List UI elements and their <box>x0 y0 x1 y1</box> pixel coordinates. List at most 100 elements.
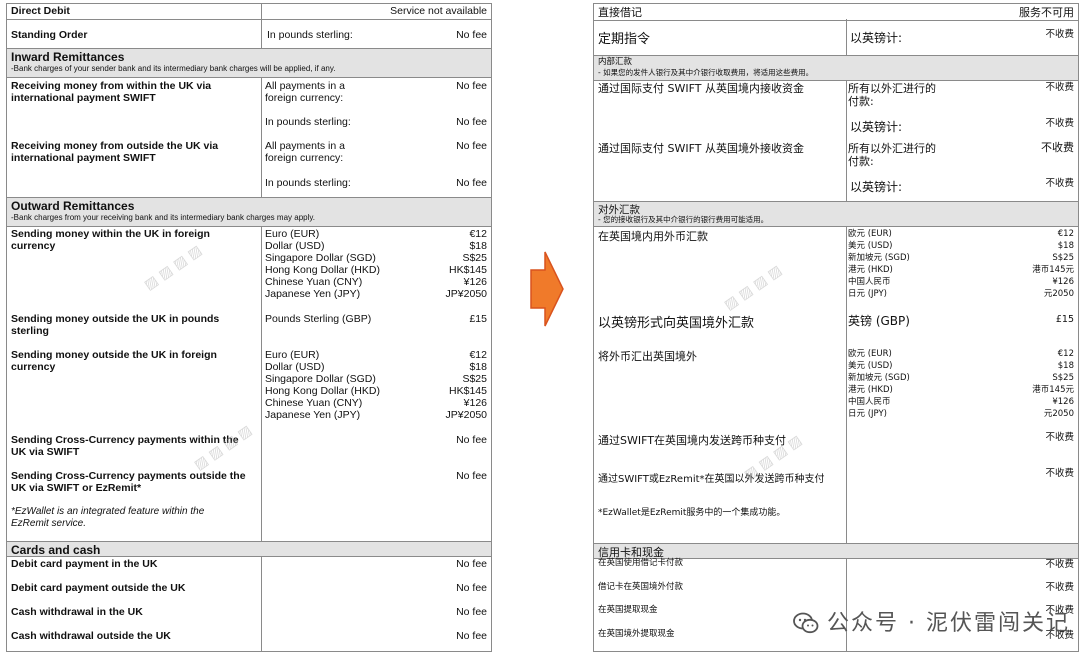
divider <box>594 20 1078 21</box>
section-note: -Bank charges of your sender bank and it… <box>11 64 336 73</box>
fee: No fee <box>456 606 487 618</box>
standing-order-fee: No fee <box>456 29 487 41</box>
receive-outside-gbp: 以英镑计: <box>850 180 903 194</box>
amount: ¥126 <box>463 397 487 409</box>
send-outside-uk-gbp-label: 以英镑形式向英国境外汇款 <box>598 316 755 331</box>
amount: €12 <box>1057 349 1074 359</box>
ezwallet-footnote: *EzWallet is an integrated feature withi… <box>11 506 205 529</box>
column-divider <box>261 226 262 541</box>
divider <box>7 19 491 20</box>
section-note: - 您的接收银行及其中介银行的银行费用可能适用。 <box>598 215 769 224</box>
card-row-label: Debit card payment in the UK <box>11 558 158 570</box>
column-divider <box>846 19 847 55</box>
receive-outside-foreign: All payments in a foreign currency: <box>265 140 345 164</box>
currency: Chinese Yuan (CNY) <box>265 276 363 288</box>
section-title: Inward Remittances <box>11 50 125 64</box>
amount: ¥126 <box>463 276 487 288</box>
send-outside-uk-gbp-label: Sending money outside the UK in pounds s… <box>11 313 220 337</box>
receive-outside-uk-label: 通过国际支付 SWIFT 从英国境外接收资金 <box>598 142 804 155</box>
currency: 美元 (USD) <box>848 241 893 251</box>
receive-within-foreign: All payments in a foreign currency: <box>265 80 345 104</box>
currency: 港元 (HKD) <box>848 265 893 275</box>
account-watermark: 公众号 · 泥伏雷闯关记 <box>793 605 1070 637</box>
receive-within-uk-label: 通过国际支付 SWIFT 从英国境内接收资金 <box>598 82 804 95</box>
direct-debit-label: 直接借记 <box>598 6 642 19</box>
amount: S$25 <box>1052 373 1074 383</box>
send-outside-uk-foreign-label: 将外币汇出英国境外 <box>598 350 697 363</box>
card-row-label: 借记卡在英国境外付款 <box>598 582 684 592</box>
standing-order-sub: 以英镑计: <box>850 31 903 45</box>
currency-list: Euro (EUR) Dollar (USD) Singapore Dollar… <box>265 349 380 421</box>
amount: €12 <box>469 349 487 361</box>
fee: 不收费 <box>1045 432 1074 443</box>
right-arrow-icon <box>530 251 564 327</box>
receive-outside-uk-label: Receiving money from outside the UK via … <box>11 140 219 164</box>
currency: Chinese Yuan (CNY) <box>265 397 363 409</box>
fee: No fee <box>456 80 487 92</box>
send-within-uk-foreign-label: 在英国境内用外币汇款 <box>598 230 708 243</box>
currency: 英镑 (GBP) <box>848 314 910 328</box>
amount: ¥126 <box>1052 277 1074 287</box>
fee: No fee <box>456 630 487 642</box>
currency: Japanese Yen (JPY) <box>265 409 361 421</box>
currency: Euro (EUR) <box>265 228 320 240</box>
currency: 欧元 (EUR) <box>848 349 892 359</box>
column-divider <box>261 77 262 197</box>
fee: 不收费 <box>1045 559 1074 570</box>
amount: 港币145元 <box>1032 385 1074 395</box>
card-row-label: 在英国境外提取现金 <box>598 629 675 639</box>
currency-list: 欧元 (EUR) 美元 (USD) 新加坡元 (SGD) 港元 (HKD) 中国… <box>848 228 910 300</box>
outward-remittances-header: 对外汇款 - 您的接收银行及其中介银行的银行费用可能适用。 <box>594 201 1078 227</box>
fee: No fee <box>456 140 487 152</box>
currency: 日元 (JPY) <box>848 289 887 299</box>
cards-and-cash-header: Cards and cash <box>7 541 491 557</box>
currency: 新加坡元 (SGD) <box>848 253 910 263</box>
currency: Singapore Dollar (SGD) <box>265 373 376 385</box>
receive-within-foreign: 所有以外汇进行的付款: <box>848 82 936 108</box>
currency-list: 欧元 (EUR) 美元 (USD) 新加坡元 (SGD) 港元 (HKD) 中国… <box>848 348 910 420</box>
amount-list: €12 $18 S$25 港币145元 ¥126 元2050 <box>1032 228 1074 300</box>
amount: JP¥2050 <box>445 409 487 421</box>
currency: 欧元 (EUR) <box>848 229 892 239</box>
currency: 美元 (USD) <box>848 361 893 371</box>
amount: £15 <box>469 313 487 325</box>
send-within-uk-foreign-label: Sending money within the UK in foreign c… <box>11 228 210 252</box>
currency: Singapore Dollar (SGD) <box>265 252 376 264</box>
fee: 不收费 <box>1045 118 1074 129</box>
fee: 不收费 <box>1045 582 1074 593</box>
card-row-label: 在英国提取现金 <box>598 605 658 615</box>
ezwallet-footnote: *EzWallet是EzRemit服务中的一个集成功能。 <box>598 508 786 518</box>
fee: 不收费 <box>1045 82 1074 93</box>
receive-within-gbp: 以英镑计: <box>850 120 903 134</box>
amount: S$25 <box>1052 253 1074 263</box>
receive-within-gbp: In pounds sterling: <box>265 116 351 128</box>
currency: Dollar (USD) <box>265 361 325 373</box>
amount: ¥126 <box>1052 397 1074 407</box>
watermark-text: 公众号 · 泥伏雷闯关记 <box>827 611 1070 636</box>
inward-remittances-header: Inward Remittances -Bank charges of your… <box>7 48 491 78</box>
currency-list: Euro (EUR) Dollar (USD) Singapore Dollar… <box>265 228 380 300</box>
fee: No fee <box>456 470 487 482</box>
direct-debit-value: 服务不可用 <box>1019 6 1074 19</box>
send-outside-uk-foreign-label: Sending money outside the UK in foreign … <box>11 349 217 373</box>
card-row-label: Debit card payment outside the UK <box>11 582 186 594</box>
amount: 元2050 <box>1043 409 1074 419</box>
amount: $18 <box>1057 241 1074 251</box>
direct-debit-value: Service not available <box>390 5 487 17</box>
amount: $18 <box>469 361 487 373</box>
currency: 中国人民币 <box>848 277 891 287</box>
section-title: Outward Remittances <box>11 199 135 213</box>
column-divider <box>846 226 847 543</box>
amount: 元2050 <box>1043 289 1074 299</box>
column-divider <box>846 80 847 201</box>
currency: Pounds Sterling (GBP) <box>265 313 372 325</box>
amount: €12 <box>469 228 487 240</box>
amount: S$25 <box>462 373 487 385</box>
inward-remittances-header: 内部汇款 - 如果您的发件人银行及其中介银行收取费用，将适用这些费用。 <box>594 55 1078 81</box>
cross-currency-outside-uk-label: Sending Cross-Currency payments outside … <box>11 470 246 494</box>
card-row-label: Cash withdrawal in the UK <box>11 606 143 618</box>
amount-list: €12 $18 S$25 HK$145 ¥126 JP¥2050 <box>446 349 487 421</box>
wechat-icon <box>793 612 819 634</box>
english-fee-table: Direct Debit Service not available Stand… <box>6 3 492 652</box>
currency: Hong Kong Dollar (HKD) <box>265 385 380 397</box>
